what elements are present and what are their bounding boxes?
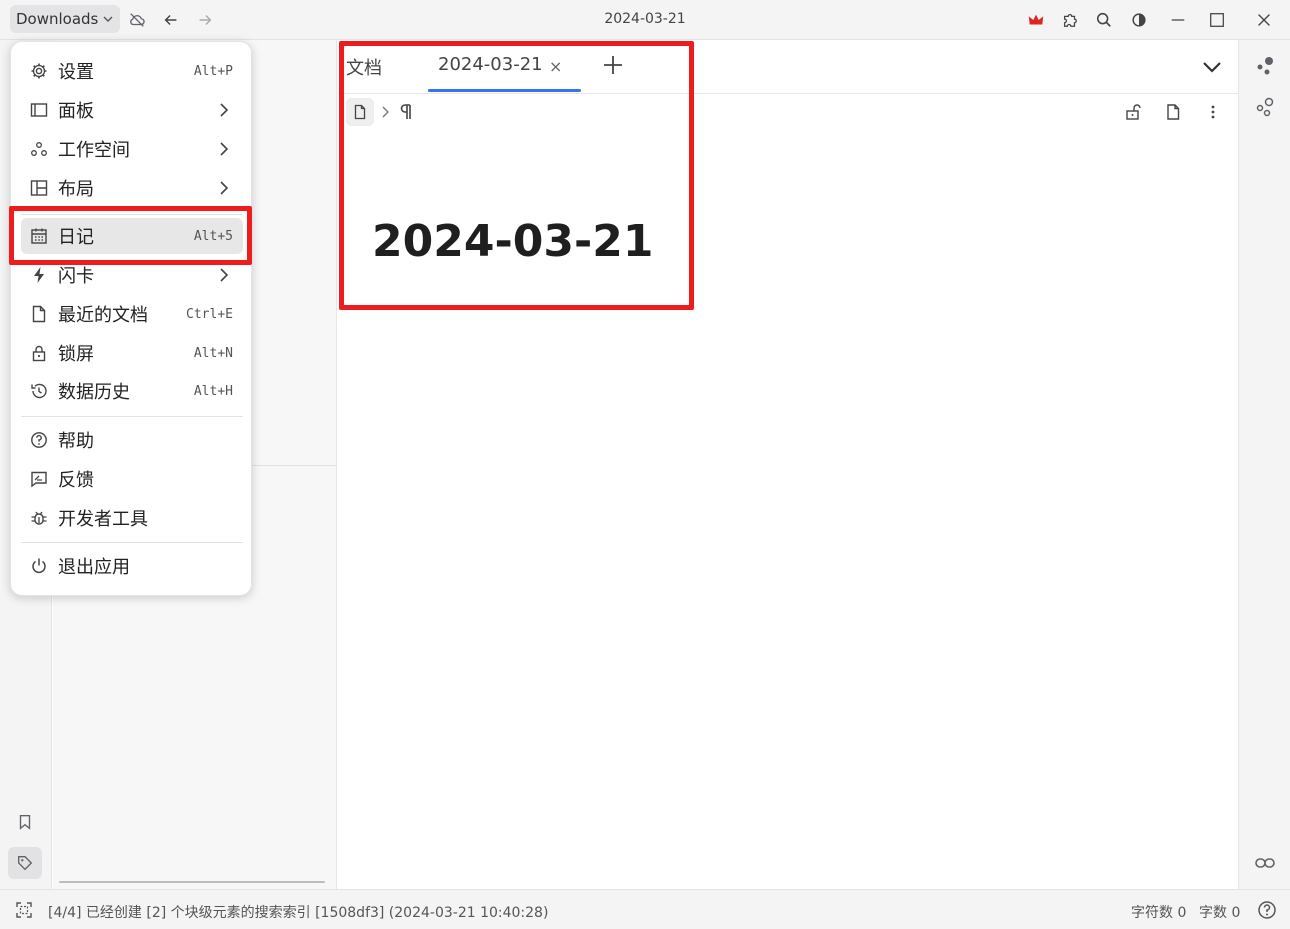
more-vertical-icon[interactable] <box>1201 100 1225 124</box>
chevron-right-icon <box>220 181 229 195</box>
history-icon <box>30 382 48 400</box>
feedback-icon <box>30 470 48 488</box>
menu-item-label: 面板 <box>58 101 94 122</box>
menu-item-shortcut: Alt+H <box>193 383 233 399</box>
chevron-right-icon <box>220 103 229 117</box>
maximize-icon[interactable] <box>1205 8 1229 32</box>
menu-item-workspace[interactable]: 工作空间 <box>21 131 243 167</box>
gear-icon <box>30 62 48 80</box>
horizontal-scrollbar[interactable] <box>59 881 325 883</box>
menu-item-shortcut: Ctrl+E <box>186 306 233 322</box>
tag-icon[interactable] <box>8 847 42 879</box>
theme-icon[interactable] <box>1127 8 1151 32</box>
menu-item-data-history[interactable]: 数据历史 Alt+H <box>21 373 243 409</box>
crown-icon[interactable] <box>1024 8 1048 32</box>
menu-item-label: 锁屏 <box>58 344 94 365</box>
menu-item-settings[interactable]: 设置 Alt+P <box>21 53 243 89</box>
power-icon <box>30 557 48 575</box>
menu-divider <box>21 542 243 543</box>
help-icon <box>30 431 48 449</box>
menu-item-shortcut: Alt+P <box>193 63 233 79</box>
menu-item-label: 闪卡 <box>58 266 94 287</box>
minimize-icon[interactable] <box>1166 8 1190 32</box>
global-graph-icon[interactable] <box>1253 95 1277 119</box>
close-window-icon[interactable] <box>1252 8 1276 32</box>
menu-item-layout[interactable]: 布局 <box>21 170 243 206</box>
bolt-icon <box>30 266 48 284</box>
bookmark-icon[interactable] <box>8 806 42 838</box>
bug-icon <box>30 509 48 527</box>
menu-item-panel[interactable]: 面板 <box>21 92 243 128</box>
menu-item-label: 帮助 <box>58 431 94 452</box>
menu-item-help[interactable]: 帮助 <box>21 422 243 458</box>
menu-divider <box>21 416 243 417</box>
panel-icon <box>30 101 48 119</box>
graph-icon[interactable] <box>1253 54 1277 78</box>
menu-item-recent-docs[interactable]: 最近的文档 Ctrl+E <box>21 296 243 332</box>
search-icon[interactable] <box>1092 8 1116 32</box>
right-dock <box>1238 40 1290 889</box>
status-message: [4/4] 已经创建 [2] 个块级元素的搜索索引 [1508df3] (202… <box>48 905 549 921</box>
help-icon[interactable] <box>1257 900 1277 920</box>
menu-item-label: 开发者工具 <box>58 509 148 530</box>
menu-item-feedback[interactable]: 反馈 <box>21 461 243 497</box>
menu-item-label: 布局 <box>58 179 94 200</box>
status-bar: [4/4] 已经创建 [2] 个块级元素的搜索索引 [1508df3] (202… <box>0 889 1290 929</box>
menu-item-label: 数据历史 <box>58 382 130 403</box>
chevron-right-icon <box>220 268 229 282</box>
file-icon[interactable] <box>1161 100 1185 124</box>
chevron-right-icon <box>220 142 229 156</box>
unlock-icon[interactable] <box>1121 100 1145 124</box>
menu-item-quit[interactable]: 退出应用 <box>21 548 243 584</box>
menu-item-shortcut: Alt+N <box>193 345 233 361</box>
menu-item-label: 反馈 <box>58 470 94 491</box>
menu-item-label: 设置 <box>58 62 94 83</box>
lock-icon <box>30 344 48 362</box>
menu-item-label: 退出应用 <box>58 557 130 578</box>
highlight-box-daily-note <box>9 206 252 265</box>
highlight-box-editor <box>339 41 694 310</box>
layout-icon <box>30 179 48 197</box>
link-icon[interactable] <box>1253 851 1277 875</box>
fullscreen-icon[interactable] <box>14 900 34 920</box>
title-bar: Downloads 2024-03-21 <box>0 0 1290 40</box>
main-menu: 设置 Alt+P 面板 工作空间 布局 日记 Alt+5 闪卡 最近的文档 Ct… <box>10 41 252 596</box>
file-icon <box>30 305 48 323</box>
menu-item-lock-screen[interactable]: 锁屏 Alt+N <box>21 335 243 371</box>
menu-item-label: 工作空间 <box>58 140 130 161</box>
word-count: 字数 0 <box>1199 905 1241 921</box>
menu-item-devtools[interactable]: 开发者工具 <box>21 500 243 536</box>
workspace-icon <box>30 140 48 158</box>
char-count: 字符数 0 <box>1131 905 1187 921</box>
menu-item-label: 最近的文档 <box>58 305 148 326</box>
puzzle-icon[interactable] <box>1058 8 1082 32</box>
chevron-down-icon[interactable] <box>1200 55 1224 79</box>
